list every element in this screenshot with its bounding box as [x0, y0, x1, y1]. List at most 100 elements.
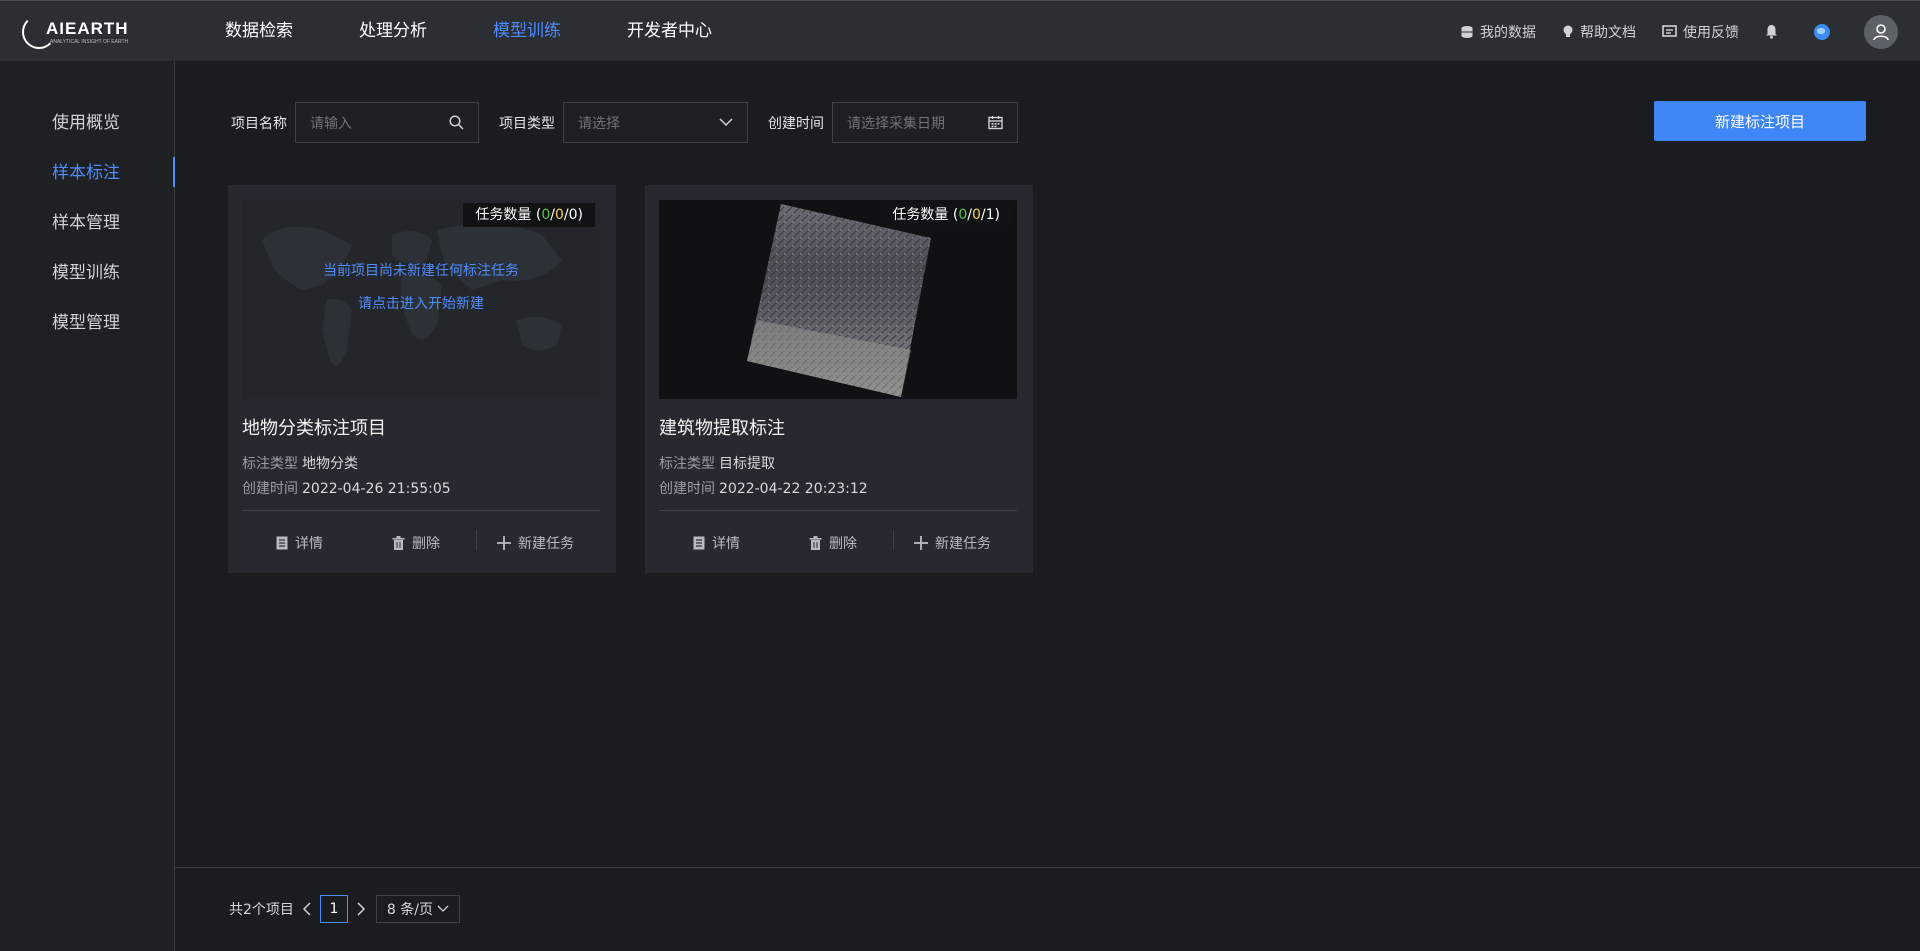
- empty-task-hint[interactable]: 请点击进入开始新建: [242, 293, 600, 313]
- task-count-completed: 0: [541, 207, 551, 223]
- create-time-row: 创建时间 2022-04-22 20:23:12: [659, 478, 868, 498]
- page-size-select[interactable]: 8 条/页: [375, 895, 460, 923]
- help-docs-label: 帮助文档: [1580, 24, 1636, 41]
- nav-developer-center[interactable]: 开发者中心: [627, 1, 712, 62]
- card-divider: [242, 510, 600, 511]
- logo-text: AIEARTH: [46, 19, 129, 38]
- annotation-type-label: 标注类型: [659, 456, 715, 472]
- database-icon: [1461, 25, 1473, 38]
- annotation-type-row: 标注类型 目标提取: [659, 453, 775, 473]
- project-thumbnail[interactable]: 任务数量 (0/0/0) 当前项目尚未新建任何标注任务 请点击进入开始新建: [242, 200, 600, 399]
- nav-data-search[interactable]: 数据检索: [225, 1, 293, 62]
- my-data-label: 我的数据: [1480, 24, 1536, 41]
- delete-button[interactable]: 删除: [392, 533, 440, 553]
- new-task-button[interactable]: 新建任务: [497, 533, 574, 553]
- feedback-link[interactable]: 使用反馈: [1662, 22, 1739, 42]
- project-card[interactable]: 任务数量 (0/0/0) 当前项目尚未新建任何标注任务 请点击进入开始新建 地物…: [228, 185, 616, 573]
- detail-button[interactable]: 详情: [693, 533, 740, 553]
- create-time-placeholder: 请选择采集日期: [847, 115, 945, 132]
- chevron-down-icon: [719, 118, 733, 127]
- project-type-label: 项目类型: [499, 115, 555, 132]
- total-count: 共2个项目: [229, 902, 294, 918]
- project-name-placeholder: 请输入: [310, 115, 352, 132]
- sidebar-item-sample-annotation[interactable]: 样本标注: [52, 158, 120, 183]
- filter-bar: 项目名称 请输入 项目类型 请选择 创建时间 请选择采集日期: [231, 102, 1038, 143]
- aiearth-logo[interactable]: AIEARTH ANALYTICAL INSIGHT OF EARTH: [22, 13, 132, 53]
- user-avatar[interactable]: [1864, 14, 1898, 49]
- sidebar: 使用概览 样本标注 样本管理 模型训练 模型管理: [0, 61, 175, 951]
- project-card[interactable]: 任务数量 (0/0/1) 建筑物提取标注 标注类型 目标提取 创建时间 2022-0…: [645, 185, 1033, 573]
- card-divider: [659, 510, 1017, 511]
- nav-processing-analysis[interactable]: 处理分析: [359, 1, 427, 62]
- help-docs-link[interactable]: 帮助文档: [1562, 22, 1636, 42]
- task-count-in-progress: 0: [971, 207, 981, 223]
- create-time-row-label: 创建时间: [659, 481, 715, 497]
- sidebar-item-model-management[interactable]: 模型管理: [52, 308, 120, 333]
- task-count-label: 任务数量 (: [892, 207, 959, 223]
- calendar-icon: [988, 116, 1003, 130]
- sidebar-active-indicator: [173, 157, 175, 187]
- search-icon[interactable]: [449, 115, 464, 130]
- sidebar-item-sample-management[interactable]: 样本管理: [52, 208, 120, 233]
- utility-bar: 我的数据 帮助文档 使用反馈: [1460, 1, 1920, 62]
- prev-page-icon[interactable]: [302, 902, 312, 916]
- task-count-badge: 任务数量 (0/0/1): [880, 203, 1012, 227]
- annotation-type-row: 标注类型 地物分类: [242, 453, 358, 473]
- sidebar-item-model-training[interactable]: 模型训练: [52, 258, 120, 283]
- project-name-input[interactable]: 请输入: [295, 102, 479, 143]
- feedback-icon: [1662, 25, 1677, 37]
- create-time-value: 2022-04-22 20:23:12: [719, 481, 868, 497]
- project-type-placeholder: 请选择: [578, 115, 620, 132]
- task-count-total: 1: [985, 207, 995, 223]
- page-number-current[interactable]: 1: [319, 895, 348, 923]
- page-size-value: 8 条/页: [386, 902, 433, 918]
- sidebar-item-overview[interactable]: 使用概览: [52, 108, 120, 133]
- delete-button[interactable]: 删除: [809, 533, 857, 553]
- document-icon: [276, 536, 288, 550]
- detail-label: 详情: [295, 536, 323, 552]
- trash-icon: [809, 536, 822, 550]
- annotation-type-label: 标注类型: [242, 456, 298, 472]
- plus-icon: [914, 536, 928, 550]
- create-time-label: 创建时间: [768, 115, 824, 132]
- task-count-total: 0: [568, 207, 578, 223]
- pagination: 共2个项目 1 8 条/页: [229, 895, 460, 923]
- detail-button[interactable]: 详情: [276, 533, 323, 553]
- satellite-image-thumbnail: [747, 204, 931, 397]
- trash-icon: [392, 536, 405, 550]
- create-time-picker[interactable]: 请选择采集日期: [832, 102, 1018, 143]
- chevron-down-icon: [437, 905, 449, 912]
- footer-divider: [175, 867, 1920, 868]
- action-separator: [476, 530, 477, 550]
- empty-task-message: 当前项目尚未新建任何标注任务: [323, 263, 519, 279]
- task-count-badge: 任务数量 (0/0/0): [463, 203, 595, 227]
- globe-icon[interactable]: [1814, 23, 1830, 40]
- next-page-icon[interactable]: [356, 902, 366, 916]
- detail-label: 详情: [712, 536, 740, 552]
- new-task-label: 新建任务: [518, 536, 574, 552]
- document-icon: [693, 536, 705, 550]
- delete-label: 删除: [412, 536, 440, 552]
- annotation-type-value: 目标提取: [719, 456, 775, 472]
- task-count-label: 任务数量 (: [475, 207, 542, 223]
- project-thumbnail[interactable]: 任务数量 (0/0/1): [659, 200, 1017, 399]
- lightbulb-icon: [1563, 25, 1573, 37]
- project-type-select[interactable]: 请选择: [563, 102, 748, 143]
- top-navbar: AIEARTH ANALYTICAL INSIGHT OF EARTH 数据检索…: [0, 0, 1920, 61]
- delete-label: 删除: [829, 536, 857, 552]
- new-annotation-project-button[interactable]: 新建标注项目: [1654, 101, 1866, 141]
- project-name-label: 项目名称: [231, 115, 287, 132]
- user-icon: [1873, 23, 1889, 40]
- new-task-button[interactable]: 新建任务: [914, 533, 991, 553]
- nav-model-training[interactable]: 模型训练: [493, 1, 561, 62]
- annotation-type-value: 地物分类: [302, 456, 358, 472]
- task-count-completed: 0: [958, 207, 968, 223]
- main-nav: 数据检索 处理分析 模型训练 开发者中心: [225, 1, 778, 62]
- create-time-row-label: 创建时间: [242, 481, 298, 497]
- plus-icon: [497, 536, 511, 550]
- logo-tagline: ANALYTICAL INSIGHT OF EARTH: [50, 39, 129, 45]
- project-title[interactable]: 建筑物提取标注: [659, 414, 785, 440]
- my-data-link[interactable]: 我的数据: [1460, 22, 1536, 42]
- project-title[interactable]: 地物分类标注项目: [242, 414, 386, 440]
- bell-icon[interactable]: [1765, 24, 1778, 39]
